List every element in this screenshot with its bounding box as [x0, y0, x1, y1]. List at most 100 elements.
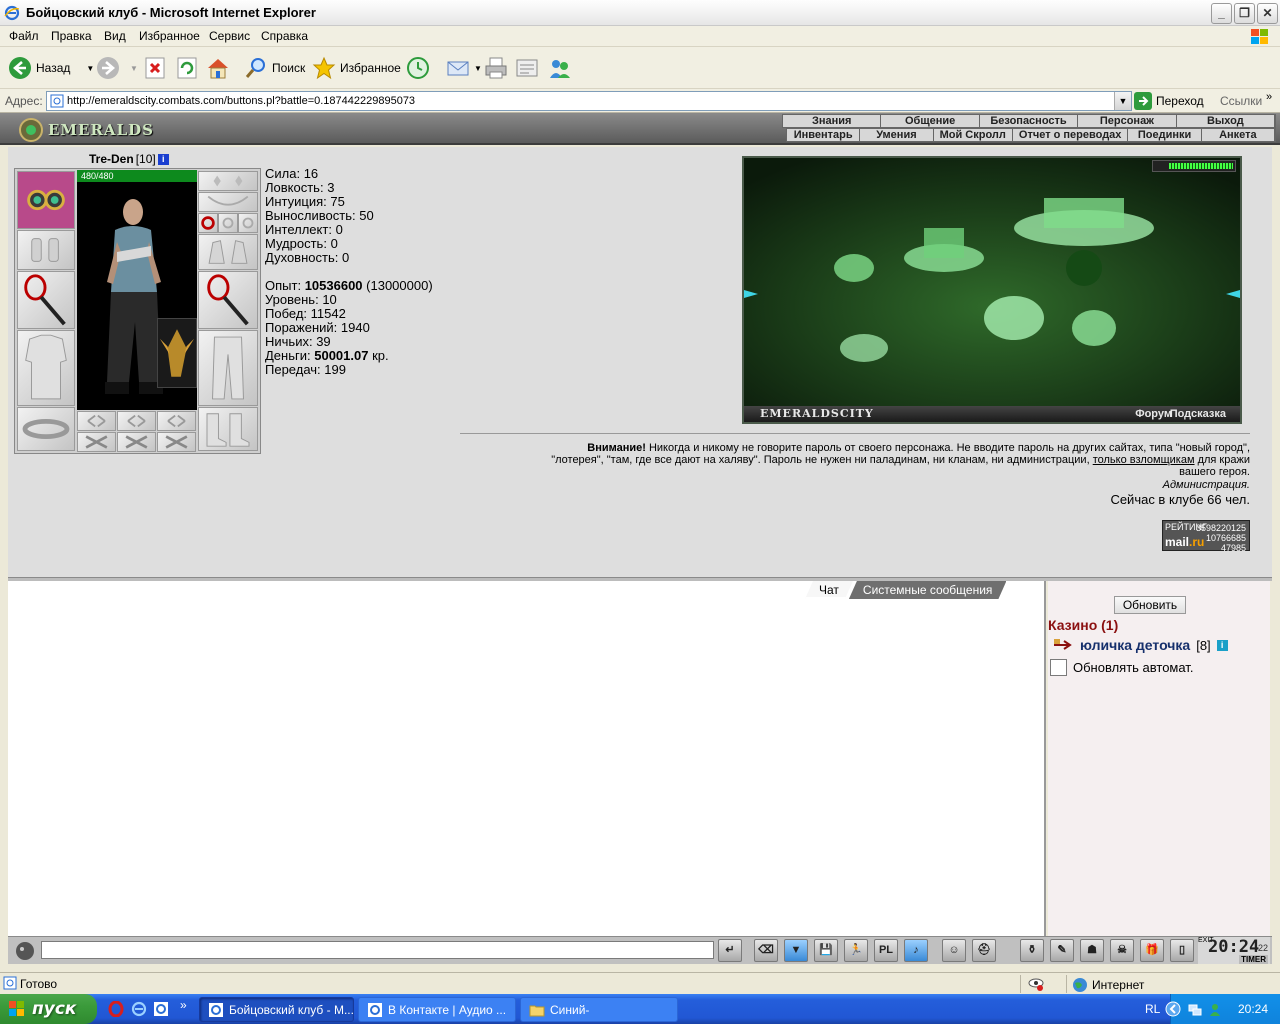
- save-log-button[interactable]: 💾: [814, 939, 838, 962]
- hint-link[interactable]: Подсказка: [1170, 408, 1226, 420]
- task-folder[interactable]: Синий-: [520, 997, 678, 1022]
- privacy-icon[interactable]: [1028, 976, 1044, 992]
- bracers-slot[interactable]: [17, 230, 75, 270]
- armor-slot[interactable]: [17, 330, 75, 406]
- ie-quicklaunch-icon[interactable]: [131, 1001, 147, 1017]
- forward-dropdown-icon[interactable]: ▼: [130, 64, 138, 73]
- browser-quicklaunch-icon[interactable]: [153, 1001, 169, 1017]
- system-clock[interactable]: 20:24: [1238, 1002, 1268, 1016]
- pet-button[interactable]: ☗: [1080, 939, 1104, 962]
- left-weapon-slot[interactable]: [17, 271, 75, 329]
- minimize-button[interactable]: _: [1211, 3, 1232, 24]
- home-button[interactable]: [206, 54, 230, 82]
- clear-chat-button[interactable]: ⌫: [754, 939, 778, 962]
- spell-slot-6[interactable]: [157, 432, 196, 452]
- history-button[interactable]: [406, 54, 430, 82]
- nav-character[interactable]: Персонаж: [1078, 115, 1177, 127]
- run-button[interactable]: 🏃: [844, 939, 868, 962]
- nav-my-scroll[interactable]: Мой Скролл: [934, 129, 1013, 141]
- task-fight-club[interactable]: Бойцовский клуб - М...: [199, 997, 354, 1022]
- menu-view[interactable]: Вид: [104, 29, 126, 43]
- helmet-slot[interactable]: [17, 171, 75, 229]
- quicklaunch-more-icon[interactable]: »: [180, 998, 187, 1012]
- tray-arrow-icon[interactable]: [1165, 1001, 1181, 1017]
- skull-button[interactable]: ☠: [1110, 939, 1134, 962]
- user-list-item[interactable]: юличка деточка [8] i: [1052, 637, 1228, 653]
- pet-slot[interactable]: [157, 318, 197, 388]
- ring-slot-3[interactable]: [238, 213, 258, 233]
- nav-security[interactable]: Безопасность: [980, 115, 1079, 127]
- nav-inventory[interactable]: Инвентарь: [787, 129, 861, 141]
- info-icon[interactable]: i: [157, 153, 169, 165]
- mail-ru-counter[interactable]: РЕЙТИНГ 3598220125 10766685 47985 mail.r…: [1162, 520, 1250, 553]
- nav-communication[interactable]: Общение: [881, 115, 980, 127]
- menu-favorites[interactable]: Избранное: [139, 29, 200, 43]
- nav-exit[interactable]: Выход: [1177, 115, 1276, 127]
- spell-slot-4[interactable]: [77, 432, 116, 452]
- notice-hackers-link[interactable]: только взломщикам: [1093, 454, 1195, 466]
- links-label[interactable]: Ссылки: [1220, 94, 1262, 108]
- tab-chat[interactable]: Чат: [805, 581, 853, 599]
- nav-transfer-report[interactable]: Отчет о переводах: [1013, 129, 1129, 141]
- chat-area[interactable]: Чат Системные сообщения: [8, 581, 1046, 936]
- door-button[interactable]: ▯: [1170, 939, 1194, 962]
- edit-button[interactable]: [515, 54, 539, 82]
- ring-slot-2[interactable]: [218, 213, 238, 233]
- network-icon[interactable]: [1187, 1001, 1203, 1017]
- nav-profile[interactable]: Анкета: [1202, 129, 1276, 141]
- window-title-bar[interactable]: Бойцовский клуб - Microsoft Internet Exp…: [0, 0, 1280, 26]
- forum-link[interactable]: Форум: [1135, 408, 1172, 420]
- task-vkontakte[interactable]: В Контакте | Аудио ...: [358, 997, 516, 1022]
- messenger-button[interactable]: [548, 54, 572, 82]
- auto-update-checkbox[interactable]: [1050, 659, 1067, 676]
- stop-button[interactable]: [143, 54, 167, 82]
- menu-edit[interactable]: Правка: [51, 29, 92, 43]
- helmet-button[interactable]: ⛑: [972, 939, 996, 962]
- right-weapon-slot[interactable]: [198, 271, 258, 329]
- chat-smiley-head-icon[interactable]: [14, 940, 36, 961]
- nav-knowledge[interactable]: Знания: [783, 115, 882, 127]
- menu-help[interactable]: Справка: [261, 29, 308, 43]
- menu-tools[interactable]: Сервис: [209, 29, 250, 43]
- bag-button[interactable]: ⚱: [1020, 939, 1044, 962]
- chat-input[interactable]: [41, 941, 714, 959]
- messenger-tray-icon[interactable]: [1207, 1001, 1223, 1017]
- earrings-slot[interactable]: [198, 171, 258, 191]
- refresh-button[interactable]: Обновить: [1114, 596, 1186, 614]
- spell-slot-3[interactable]: [157, 411, 196, 431]
- scroll-button[interactable]: ✎: [1050, 939, 1074, 962]
- address-dropdown-icon[interactable]: ▼: [1114, 92, 1131, 110]
- user-nick[interactable]: юличка деточка: [1080, 637, 1190, 653]
- opera-icon[interactable]: [108, 1001, 124, 1017]
- address-input[interactable]: http://emeraldscity.combats.com/buttons.…: [46, 91, 1132, 111]
- timer-button[interactable]: TIMER: [1239, 955, 1268, 964]
- search-button[interactable]: Поиск: [244, 54, 305, 82]
- chevron-right-icon[interactable]: »: [1266, 91, 1272, 103]
- back-button[interactable]: Назад ▼: [8, 54, 94, 82]
- mail-dropdown-icon[interactable]: ▼: [474, 64, 482, 73]
- nav-duels[interactable]: Поединки: [1128, 129, 1202, 141]
- spell-slot-2[interactable]: [117, 411, 156, 431]
- belt-slot[interactable]: [17, 407, 75, 451]
- ring-slot-1[interactable]: [198, 213, 218, 233]
- chat-filter-button[interactable]: ▼: [784, 939, 808, 962]
- menu-file[interactable]: Файл: [9, 29, 39, 43]
- tab-system-messages[interactable]: Системные сообщения: [849, 581, 1007, 599]
- go-button[interactable]: Переход: [1134, 92, 1204, 110]
- nav-skills[interactable]: Умения: [860, 129, 934, 141]
- legs-slot[interactable]: [198, 330, 258, 406]
- sound-button[interactable]: ♪: [904, 939, 928, 962]
- auto-update-option[interactable]: Обновлять автомат.: [1050, 659, 1193, 676]
- smiles-button[interactable]: ☺: [942, 939, 966, 962]
- private-message-icon[interactable]: [1052, 637, 1074, 653]
- gloves-slot[interactable]: [198, 234, 258, 270]
- amulet-slot[interactable]: [198, 192, 258, 212]
- city-scene[interactable]: EMERALDSCITY Форум Подсказка: [742, 156, 1242, 424]
- gifts-button[interactable]: 🎁: [1140, 939, 1164, 962]
- spell-slot-1[interactable]: [77, 411, 116, 431]
- favorites-button[interactable]: Избранное: [312, 54, 401, 82]
- maximize-button[interactable]: ❐: [1234, 3, 1255, 24]
- start-button[interactable]: пуск: [0, 994, 97, 1024]
- mail-button[interactable]: ▼: [446, 54, 482, 82]
- boots-slot[interactable]: [198, 407, 258, 451]
